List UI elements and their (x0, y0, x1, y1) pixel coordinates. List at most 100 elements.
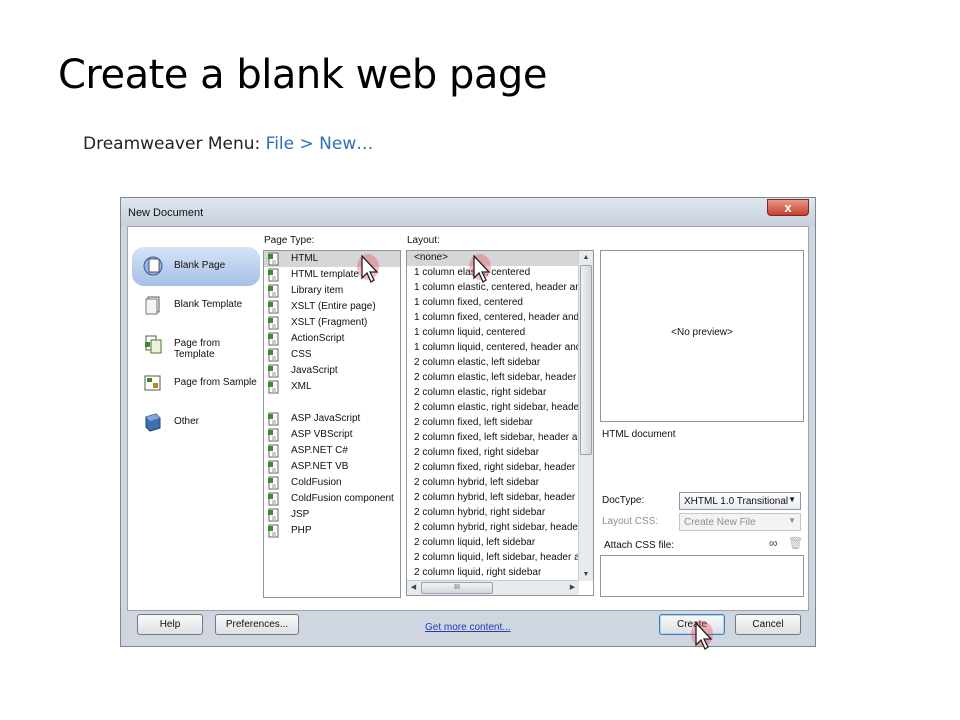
chevron-down-icon: ▼ (788, 516, 796, 525)
layout-horizontal-scrollbar[interactable]: ◀ III ▶ (407, 580, 579, 595)
file-type-icon (268, 300, 281, 314)
page-type-item[interactable]: ColdFusion (264, 475, 400, 491)
doctype-select[interactable]: XHTML 1.0 Transitional ▼ (679, 492, 801, 510)
layout-item[interactable]: 2 column liquid, right sidebar (407, 566, 579, 581)
page-type-label: ASP.NET VB (291, 461, 349, 472)
layout-item[interactable]: 2 column hybrid, right sidebar, header (407, 521, 579, 536)
slide-title: Create a blank web page (58, 52, 547, 98)
category-item[interactable]: Blank Template (132, 286, 260, 325)
close-button[interactable]: x (767, 199, 809, 216)
file-type-icon (268, 508, 281, 522)
page-type-item[interactable]: ASP.NET C# (264, 443, 400, 459)
layout-item[interactable]: 2 column fixed, right sidebar, header a (407, 461, 579, 476)
page-type-label: ColdFusion component (291, 493, 394, 504)
page-type-item[interactable]: ASP JavaScript (264, 411, 400, 427)
layout-item[interactable]: 2 column elastic, left sidebar (407, 356, 579, 371)
page-type-item[interactable]: ASP VBScript (264, 427, 400, 443)
layout-item[interactable]: 2 column elastic, right sidebar, header (407, 401, 579, 416)
get-more-content-link[interactable]: Get more content... (425, 622, 511, 633)
layout-css-label: Layout CSS: (602, 516, 659, 527)
page-type-item[interactable]: ColdFusion component (264, 491, 400, 507)
attach-link-icon[interactable]: ∞ (769, 536, 778, 550)
file-type-icon (268, 412, 281, 426)
category-label: Page from Template (174, 338, 221, 360)
page-type-item[interactable]: JSP (264, 507, 400, 523)
page-type-item[interactable]: ActionScript (264, 331, 400, 347)
page-type-label: JSP (291, 509, 310, 520)
layout-css-select[interactable]: Create New File ▼ (679, 513, 801, 531)
layout-vertical-scrollbar[interactable]: ▲ ▼ (578, 251, 593, 581)
scroll-down-arrow-icon[interactable]: ▼ (579, 568, 593, 581)
layout-items: <none> 1 column elastic, centered 1 column… (407, 251, 579, 581)
layout-item[interactable]: 2 column elastic, right sidebar (407, 386, 579, 401)
preferences-button[interactable]: Preferences... (215, 614, 299, 635)
category-item[interactable]: Page from Template (132, 325, 260, 364)
doctype-value: XHTML 1.0 Transitional (684, 496, 789, 507)
file-type-icon (268, 316, 281, 330)
category-label: Blank Page (174, 260, 226, 271)
attach-css-list[interactable] (600, 555, 804, 597)
layout-item[interactable]: 2 column liquid, left sidebar (407, 536, 579, 551)
subtitle-menu-path: File > New… (265, 134, 374, 154)
layout-item[interactable]: 2 column hybrid, left sidebar (407, 476, 579, 491)
layout-item[interactable]: 2 column liquid, left sidebar, header an (407, 551, 579, 566)
layout-item[interactable]: 1 column liquid, centered (407, 326, 579, 341)
blank-page-icon (142, 255, 164, 277)
file-type-icon (268, 348, 281, 362)
category-item[interactable]: Blank Page (132, 247, 260, 286)
cursor-icon (469, 254, 491, 283)
layout-item[interactable]: 2 column elastic, left sidebar, header a (407, 371, 579, 386)
category-list: Blank Page Blank Template Page from Templa… (132, 247, 260, 442)
list-separator (264, 395, 400, 411)
category-item[interactable]: Page from Sample (132, 364, 260, 403)
page-type-item[interactable]: XML (264, 379, 400, 395)
vertical-scroll-thumb[interactable] (580, 265, 592, 455)
layout-list[interactable]: <none> 1 column elastic, centered 1 column… (406, 250, 594, 596)
page-type-label: ActionScript (291, 333, 345, 344)
doctype-label: DocType: (602, 495, 645, 506)
layout-item[interactable]: 2 column fixed, left sidebar, header an (407, 431, 579, 446)
subtitle-prefix: Dreamweaver Menu: (83, 134, 266, 154)
layout-label: Layout: (407, 235, 440, 246)
page-type-label: HTML template (291, 269, 359, 280)
category-label: Blank Template (174, 299, 243, 310)
scroll-up-arrow-icon[interactable]: ▲ (579, 251, 593, 264)
cancel-button[interactable]: Cancel (735, 614, 801, 635)
page-type-item[interactable]: Library item (264, 283, 400, 299)
file-type-icon (268, 380, 281, 394)
file-type-icon (268, 332, 281, 346)
page-type-label: ASP VBScript (291, 429, 353, 440)
scroll-left-arrow-icon[interactable]: ◀ (407, 581, 420, 595)
page-type-item[interactable]: JavaScript (264, 363, 400, 379)
page-type-item[interactable]: PHP (264, 523, 400, 539)
scroll-right-arrow-icon[interactable]: ▶ (566, 581, 579, 595)
layout-item[interactable]: 2 column fixed, left sidebar (407, 416, 579, 431)
layout-css-value: Create New File (684, 517, 756, 528)
horizontal-scroll-thumb[interactable]: III (421, 582, 493, 594)
layout-item[interactable]: 1 column fixed, centered (407, 296, 579, 311)
page-type-item[interactable]: XSLT (Entire page) (264, 299, 400, 315)
file-type-icon (268, 268, 281, 282)
page-type-label: HTML (291, 253, 319, 264)
trash-icon[interactable]: 🗑 (788, 536, 803, 550)
page-type-list[interactable]: HTML HTML template Library item XSLT (Entir… (263, 250, 401, 598)
help-button[interactable]: Help (137, 614, 203, 635)
layout-item[interactable]: 1 column fixed, centered, header and f (407, 311, 579, 326)
page-type-label: ASP JavaScript (291, 413, 361, 424)
file-type-icon (268, 252, 281, 266)
file-type-icon (268, 492, 281, 506)
layout-item[interactable]: 1 column liquid, centered, header and f (407, 341, 579, 356)
page-type-item[interactable]: XSLT (Fragment) (264, 315, 400, 331)
layout-item[interactable]: 2 column hybrid, right sidebar (407, 506, 579, 521)
layout-item[interactable]: 2 column fixed, right sidebar (407, 446, 579, 461)
file-type-icon (268, 524, 281, 538)
attach-css-label: Attach CSS file: (604, 540, 675, 551)
layout-item[interactable]: 2 column hybrid, left sidebar, header a (407, 491, 579, 506)
page-type-label: XSLT (Fragment) (291, 317, 368, 328)
page-type-item[interactable]: CSS (264, 347, 400, 363)
page-from-sample-icon (142, 372, 164, 394)
cursor-icon (357, 254, 379, 283)
category-item[interactable]: Other (132, 403, 260, 442)
page-type-label: JavaScript (291, 365, 338, 376)
page-type-item[interactable]: ASP.NET VB (264, 459, 400, 475)
